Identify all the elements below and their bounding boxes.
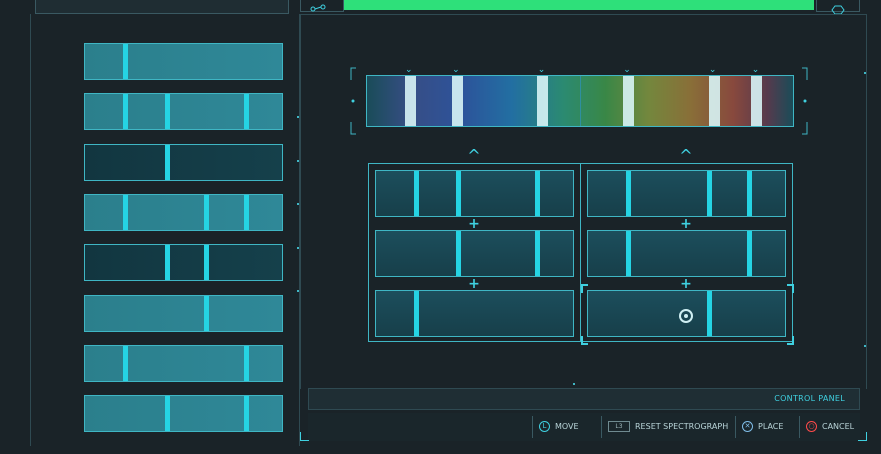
palette-piece[interactable]	[84, 193, 283, 231]
plus-icon: +	[468, 216, 480, 232]
progress-bar	[344, 0, 814, 10]
tick-mark	[297, 116, 299, 118]
hint-reset[interactable]: L3 RESET SPECTROGRAPH	[601, 416, 729, 438]
spectrum-line	[451, 76, 463, 126]
plus-icon: +	[680, 216, 692, 232]
palette-piece[interactable]	[84, 344, 283, 382]
spectral-line	[244, 345, 250, 381]
hint-cancel[interactable]: ○ CANCEL	[799, 416, 855, 438]
plus-icon: +	[468, 276, 480, 292]
spectral-line	[244, 94, 250, 130]
grid-slot[interactable]	[375, 170, 574, 217]
spectral-line	[244, 396, 250, 432]
column-left-caret-icon: ^	[467, 146, 481, 165]
spectrum-line	[404, 76, 416, 126]
palette-piece[interactable]	[84, 143, 283, 181]
spectral-line	[413, 171, 419, 216]
spectral-line	[625, 231, 631, 276]
spectrum-line	[751, 76, 763, 126]
palette-piece[interactable]	[84, 43, 283, 80]
tick-mark	[297, 203, 299, 205]
left-stick-icon: L	[539, 421, 550, 432]
cross-button-icon: ✕	[742, 421, 753, 432]
palette-piece[interactable]	[84, 93, 283, 131]
circle-button-icon: ○	[806, 421, 817, 432]
palette-piece[interactable]	[84, 244, 283, 282]
control-panel: CONTROL PANEL	[308, 388, 860, 410]
tick-mark	[864, 72, 866, 74]
spectral-line	[625, 171, 631, 216]
hint-move-label: MOVE	[555, 422, 579, 431]
hint-move[interactable]: L MOVE	[532, 416, 579, 438]
spectrum-divider	[580, 76, 581, 126]
hint-reset-label: RESET SPECTROGRAPH	[635, 422, 729, 431]
tick-mark	[864, 345, 866, 347]
spectral-line	[455, 231, 461, 276]
cursor-icon[interactable]	[679, 309, 693, 323]
spectral-line	[204, 245, 210, 281]
top-left-bar	[35, 0, 289, 14]
grid-slot[interactable]	[587, 230, 786, 277]
palette-piece[interactable]	[84, 294, 283, 332]
hint-place[interactable]: ✕ PLACE	[735, 416, 784, 438]
grid-slot[interactable]	[587, 170, 786, 217]
spectrum-line	[623, 76, 635, 126]
spectral-line	[455, 171, 461, 216]
hint-cancel-label: CANCEL	[822, 422, 855, 431]
hint-place-label: PLACE	[758, 422, 784, 431]
spectral-line	[122, 44, 128, 79]
grid-slot[interactable]	[375, 230, 574, 277]
chevron-down-icon: ⌄	[751, 65, 760, 75]
chevron-down-icon: ⌄	[708, 65, 717, 75]
spectral-line	[707, 171, 713, 216]
top-left-icon-box	[300, 0, 344, 12]
tick-mark	[297, 160, 299, 162]
spectral-line	[204, 194, 210, 230]
chevron-down-icon: ⌄	[405, 65, 413, 75]
tick-mark	[297, 290, 299, 292]
grid-slot[interactable]	[375, 290, 574, 337]
spectral-line	[535, 171, 541, 216]
spectral-line	[122, 194, 128, 230]
column-right-caret-icon: ^	[679, 146, 693, 165]
control-panel-label: CONTROL PANEL	[774, 394, 845, 403]
spectral-line	[122, 345, 128, 381]
l3-button-icon: L3	[608, 421, 630, 432]
chevron-down-icon: ⌄	[623, 65, 631, 75]
spectral-line	[164, 144, 170, 180]
top-right-icon-box	[816, 0, 860, 15]
spectrum-line	[708, 76, 720, 126]
spectral-line	[164, 245, 170, 281]
palette-piece[interactable]	[84, 395, 283, 433]
spectral-line	[535, 231, 541, 276]
frame-corner	[858, 432, 867, 441]
spectral-line	[747, 171, 753, 216]
spectral-line	[204, 295, 210, 331]
spectral-line	[164, 396, 170, 432]
tick-mark	[297, 247, 299, 249]
target-spectrum	[366, 75, 794, 127]
spectral-line	[413, 291, 419, 336]
spectral-line	[747, 231, 753, 276]
spectral-line	[122, 94, 128, 130]
spectral-line	[164, 94, 170, 130]
spectral-line	[244, 194, 250, 230]
spectrum-line	[537, 76, 549, 126]
tick-mark	[573, 383, 575, 385]
frame-corner	[300, 432, 309, 441]
chevron-down-icon: ⌄	[452, 65, 460, 75]
chevron-down-icon: ⌄	[537, 65, 546, 75]
